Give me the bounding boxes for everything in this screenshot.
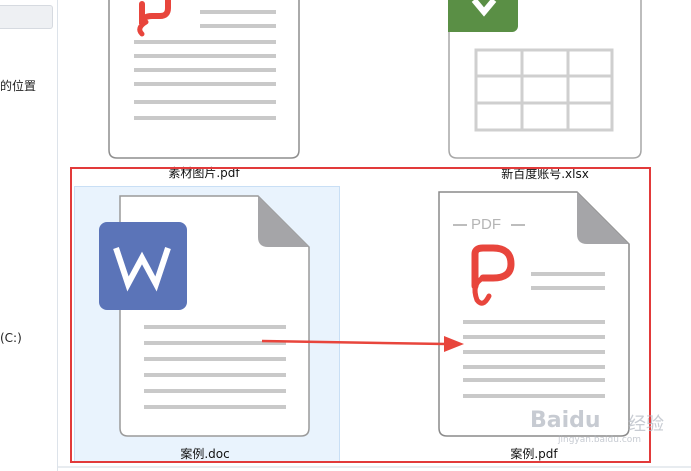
watermark-suffix: 经验: [628, 414, 664, 435]
watermark-brand: Baidu: [530, 408, 601, 433]
baidu-watermark: Baidu 经验 jingyan.baidu.com: [530, 408, 688, 445]
arrow-right-icon: [261, 336, 464, 352]
watermark-url: jingyan.baidu.com: [558, 435, 642, 445]
